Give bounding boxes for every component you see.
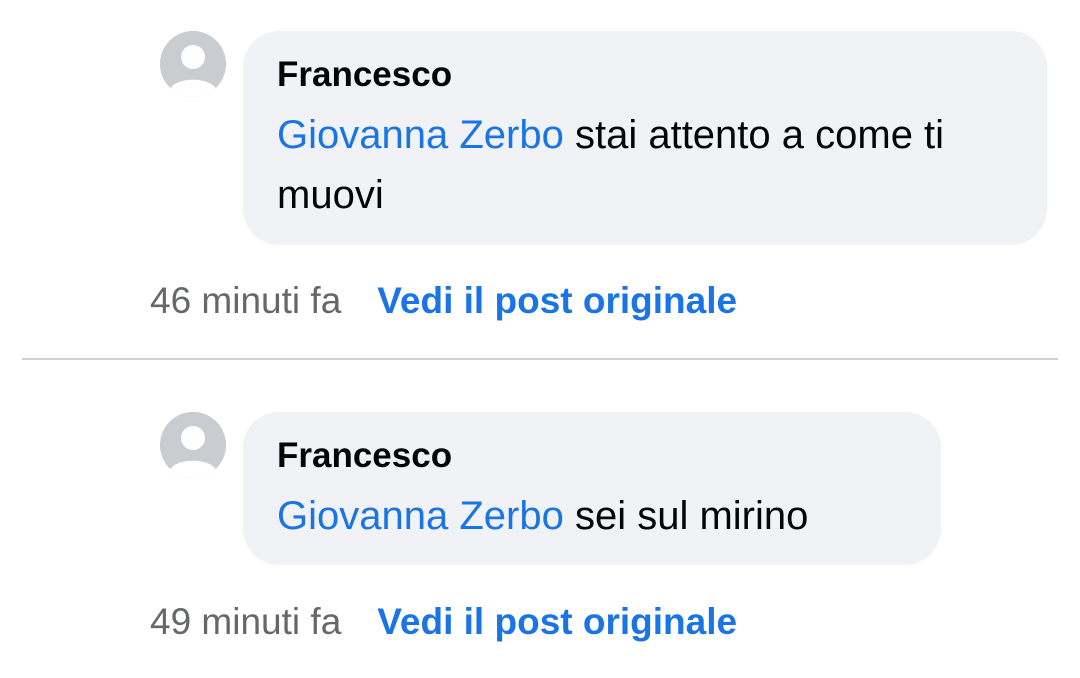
comment-bubble: Francesco Giovanna Zerbo sei sul mirino — [243, 412, 941, 565]
mention-link[interactable]: Giovanna Zerbo — [277, 113, 564, 157]
view-original-post-link[interactable]: Vedi il post originale — [377, 601, 737, 643]
comment-bubble: Francesco Giovanna Zerbo stai attento a … — [243, 31, 1047, 245]
default-user-avatar-icon — [160, 412, 226, 478]
comment-timestamp[interactable]: 46 minuti fa — [150, 280, 341, 322]
comment-meta: 49 minuti fa Vedi il post originale — [150, 597, 737, 647]
view-original-post-link[interactable]: Vedi il post originale — [377, 280, 737, 322]
mention-link[interactable]: Giovanna Zerbo — [277, 494, 564, 538]
divider — [22, 358, 1058, 360]
comment-text: Giovanna Zerbo stai attento a come ti mu… — [277, 105, 1013, 225]
default-user-avatar-icon — [160, 31, 226, 97]
comment-meta: 46 minuti fa Vedi il post originale — [150, 276, 737, 326]
avatar[interactable] — [160, 412, 226, 478]
comment-timestamp[interactable]: 49 minuti fa — [150, 601, 341, 643]
comment-body: sei sul mirino — [574, 494, 809, 538]
avatar[interactable] — [160, 31, 226, 97]
comment-text: Giovanna Zerbo sei sul mirino — [277, 486, 907, 546]
comment-author[interactable]: Francesco — [277, 53, 1013, 97]
comment-author[interactable]: Francesco — [277, 434, 907, 478]
